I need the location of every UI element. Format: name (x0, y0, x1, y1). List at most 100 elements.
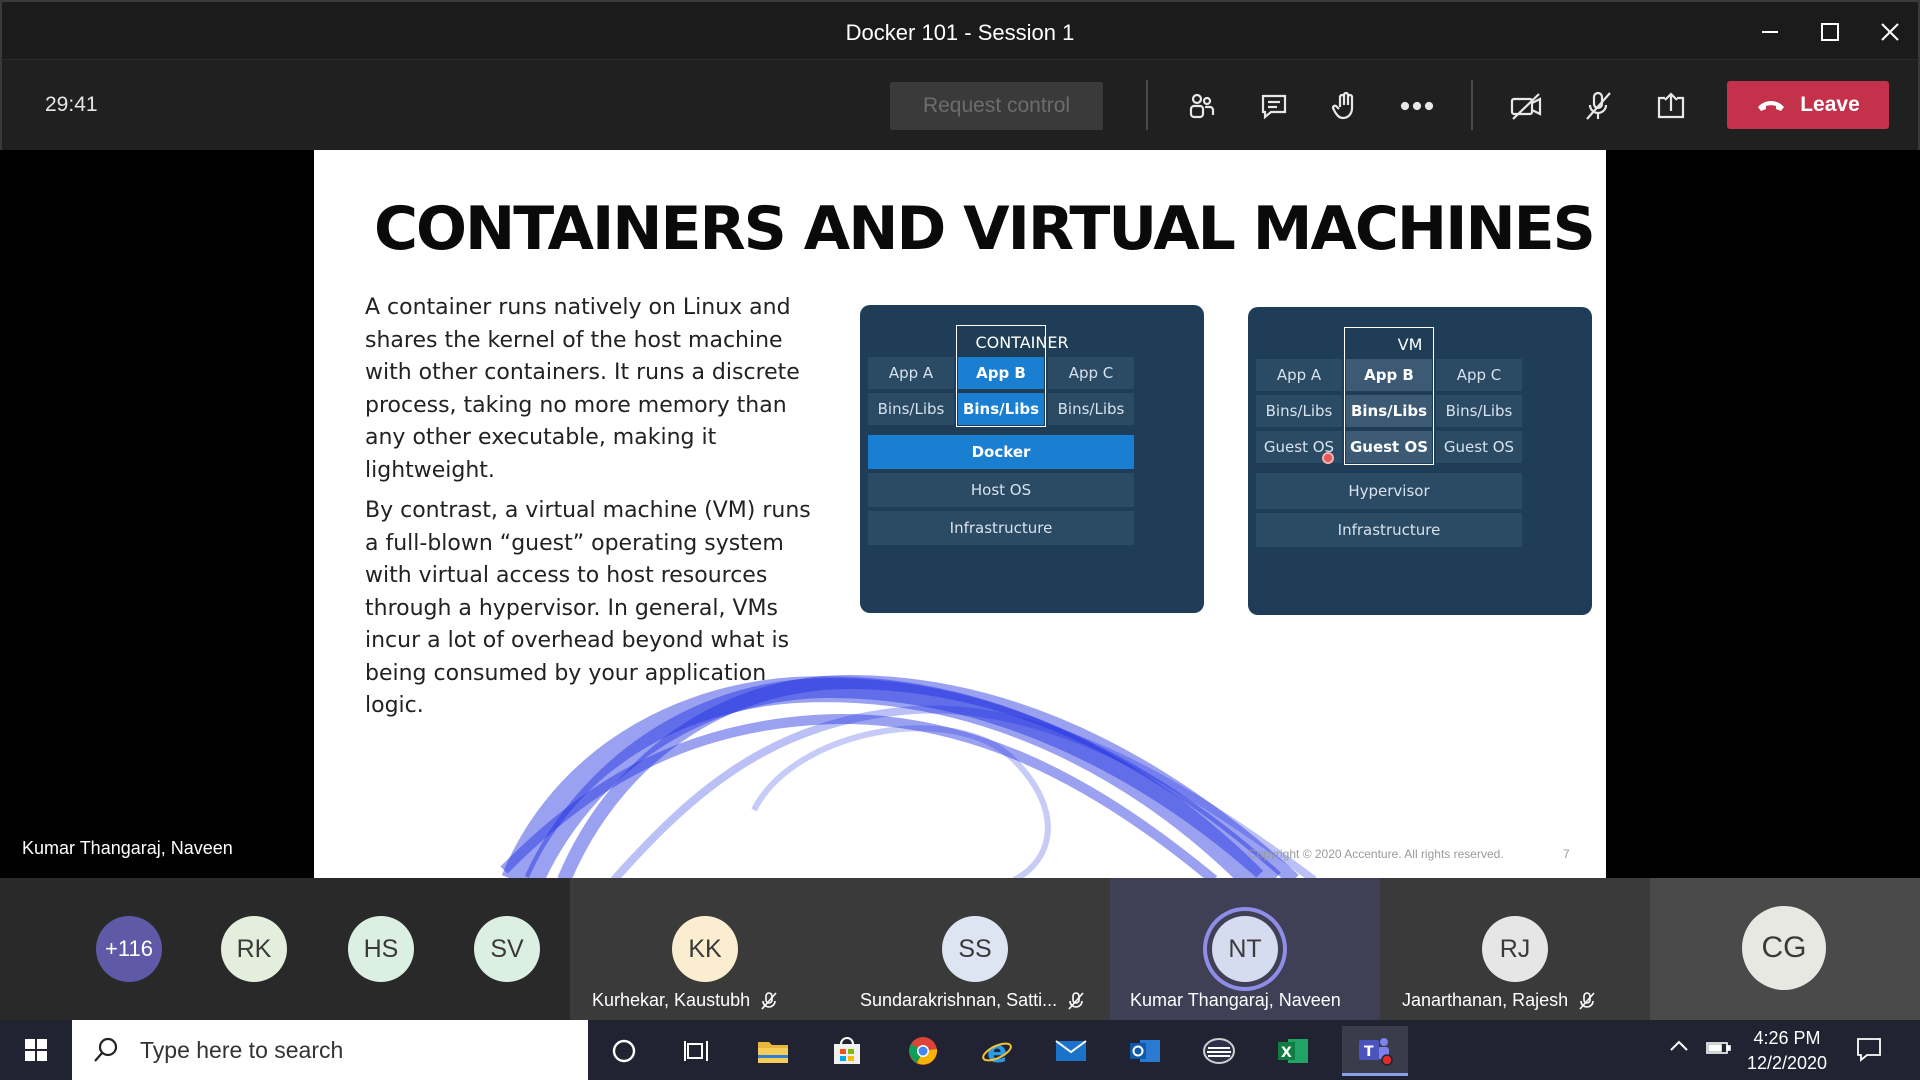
teams-icon: T (1359, 1037, 1393, 1066)
file-explorer-button[interactable] (742, 1026, 804, 1076)
container-infrastructure-layer: Infrastructure (868, 511, 1134, 545)
toolbar-divider (1471, 80, 1473, 130)
container-app-c: App C (1048, 357, 1134, 389)
raise-hand-button[interactable] (1323, 84, 1367, 128)
close-button[interactable] (1860, 10, 1920, 54)
avatar[interactable]: HS (348, 916, 414, 982)
toolbar-divider (1146, 80, 1148, 130)
shared-content-stage: CONTAINERS AND VIRTUAL MACHINES A contai… (0, 150, 1920, 878)
mail-button[interactable] (1040, 1026, 1102, 1076)
window-title: Docker 101 - Session 1 (845, 20, 1075, 45)
vm-bins-a: Bins/Libs (1256, 395, 1342, 427)
task-view-icon (684, 1041, 708, 1061)
microphone-off-icon (1068, 991, 1084, 1010)
action-center-button[interactable] (1855, 1036, 1883, 1067)
app-button[interactable] (1188, 1026, 1250, 1076)
container-bins-c: Bins/Libs (1048, 393, 1134, 425)
leave-button[interactable]: Leave (1727, 81, 1889, 129)
task-view-button[interactable] (666, 1026, 728, 1076)
edge-legacy-button[interactable]: e (966, 1026, 1028, 1076)
docker-layer: Docker (868, 435, 1134, 469)
cortana-button[interactable] (593, 1026, 655, 1076)
vm-infrastructure-layer: Infrastructure (1256, 513, 1522, 547)
hypervisor-layer: Hypervisor (1256, 473, 1522, 509)
more-icon (1400, 101, 1434, 111)
taskbar-search-box[interactable]: Type here to search (72, 1020, 588, 1080)
vm-diagram: VM App A App B App C Bins/Libs Bins/Libs… (1248, 307, 1592, 615)
avatar: KK (672, 916, 738, 982)
taskbar-clock[interactable]: 4:26 PM 12/2/2020 (1742, 1026, 1832, 1076)
windows-logo-icon (25, 1039, 47, 1061)
self-video-tile[interactable]: CG (1650, 878, 1920, 1020)
slide-copyright: Copyright © 2020 Accenture. All rights r… (1248, 847, 1504, 861)
outlook-button[interactable] (1114, 1026, 1176, 1076)
hand-icon (1331, 91, 1354, 120)
slide-title: CONTAINERS AND VIRTUAL MACHINES (374, 194, 1596, 264)
store-button[interactable] (816, 1026, 878, 1076)
share-tray-icon (1657, 92, 1685, 119)
clock-date: 12/2/2020 (1746, 1053, 1828, 1073)
avatar[interactable]: SV (474, 916, 540, 982)
chevron-up-icon (1670, 1040, 1688, 1051)
participant-name-text: Janarthanan, Rajesh (1402, 990, 1569, 1010)
folder-icon (758, 1042, 788, 1063)
chrome-button[interactable] (892, 1026, 954, 1076)
host-os-layer: Host OS (868, 473, 1134, 507)
microphone-off-icon (761, 991, 777, 1010)
outlook-icon (1130, 1040, 1160, 1062)
participant-name: Janarthanan, Rajesh (1402, 990, 1596, 1011)
excel-icon: X (1278, 1039, 1308, 1063)
participant-name-text: Kumar Thangaraj, Naveen (1130, 990, 1341, 1010)
svg-text:X: X (1281, 1045, 1292, 1061)
avatar[interactable]: RK (221, 916, 287, 982)
presenter-name-label: Kumar Thangaraj, Naveen (22, 838, 233, 858)
vm-app-a: App A (1256, 359, 1342, 391)
teams-button[interactable]: T (1342, 1026, 1408, 1076)
meeting-timer: 29:41 (45, 93, 98, 116)
window-titlebar: Docker 101 - Session 1 (0, 0, 1920, 60)
microphone-off-icon (1579, 991, 1595, 1010)
battery-icon (1706, 1042, 1731, 1054)
microphone-toggle-button[interactable] (1576, 84, 1620, 128)
participant-name: Sundarakrishnan, Satti... (860, 990, 1085, 1011)
excel-button[interactable]: X (1262, 1026, 1324, 1076)
avatar: RJ (1482, 916, 1548, 982)
request-control-button[interactable]: Request control (890, 82, 1103, 130)
participant-tile[interactable]: KK Kurhekar, Kaustubh (570, 878, 840, 1020)
minimize-button[interactable] (1740, 10, 1800, 54)
participants-strip: +116 RK HS SV KK Kurhekar, Kaustubh SS S… (0, 878, 1920, 1020)
chat-icon (1261, 94, 1287, 120)
minimize-icon (1762, 31, 1778, 33)
participant-tile-speaking[interactable]: NT Kumar Thangaraj, Naveen (1110, 878, 1380, 1020)
store-bag-icon (834, 1037, 860, 1064)
maximize-icon (1821, 23, 1839, 41)
avatar: CG (1742, 906, 1826, 990)
overflow-participants-avatar[interactable]: +116 (96, 916, 162, 982)
chrome-icon (909, 1037, 938, 1065)
leave-label: Leave (1800, 93, 1860, 116)
more-actions-button[interactable] (1395, 84, 1439, 128)
chat-button[interactable] (1252, 84, 1296, 128)
container-app-a: App A (868, 357, 954, 389)
participant-tile[interactable]: SS Sundarakrishnan, Satti... (840, 878, 1110, 1020)
start-button[interactable] (12, 1030, 60, 1070)
camera-toggle-button[interactable] (1504, 84, 1548, 128)
presentation-slide: CONTAINERS AND VIRTUAL MACHINES A contai… (314, 150, 1606, 878)
container-highlight-outline (956, 325, 1046, 427)
participant-name-text: Sundarakrishnan, Satti... (860, 990, 1058, 1010)
container-bins-a: Bins/Libs (868, 393, 954, 425)
participants-button[interactable] (1179, 84, 1223, 128)
microphone-off-icon (1586, 91, 1611, 120)
show-hidden-icons-button[interactable] (1668, 1038, 1690, 1059)
slide-paragraph-containers: A container runs natively on Linux and s… (365, 295, 800, 483)
participant-tile[interactable]: RJ Janarthanan, Rajesh (1380, 878, 1650, 1020)
maximize-button[interactable] (1800, 10, 1860, 54)
slide-page-number: 7 (1563, 847, 1570, 861)
camera-off-icon (1510, 93, 1542, 120)
app-icon (1203, 1038, 1235, 1064)
search-icon (94, 1037, 118, 1062)
vm-app-c: App C (1436, 359, 1522, 391)
battery-indicator[interactable] (1706, 1040, 1732, 1061)
search-placeholder: Type here to search (140, 1036, 344, 1063)
share-screen-button[interactable] (1649, 84, 1693, 128)
